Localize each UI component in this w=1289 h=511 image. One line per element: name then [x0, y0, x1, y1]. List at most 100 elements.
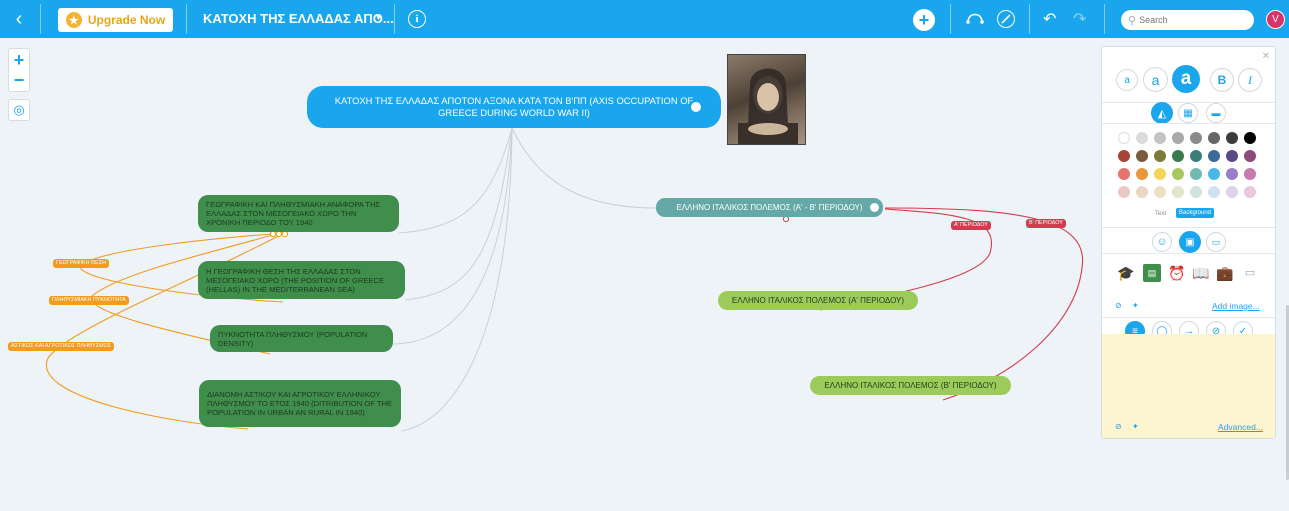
- color-swatch[interactable]: [1190, 168, 1202, 180]
- color-swatch[interactable]: [1226, 132, 1238, 144]
- font-size-large-button[interactable]: a: [1172, 65, 1200, 93]
- divider: [1104, 4, 1105, 34]
- handle-dot[interactable]: [275, 230, 283, 238]
- color-swatch[interactable]: [1190, 150, 1202, 162]
- topic-photo[interactable]: [727, 54, 806, 145]
- color-swatch[interactable]: [1244, 150, 1256, 162]
- font-size-medium-button[interactable]: a: [1143, 67, 1168, 92]
- upgrade-now-button[interactable]: ★ Upgrade Now: [58, 8, 173, 32]
- color-swatch[interactable]: [1136, 186, 1148, 198]
- magic-wand-icon[interactable]: ✦: [1132, 422, 1139, 431]
- color-swatch[interactable]: [1226, 186, 1238, 198]
- search-box[interactable]: ⚲: [1121, 10, 1254, 30]
- book-icon[interactable]: 📖: [1192, 264, 1210, 282]
- handle-dot[interactable]: [782, 215, 790, 223]
- search-icon: ⚲: [1128, 14, 1137, 27]
- emoji-icon[interactable]: ☺: [1152, 232, 1172, 252]
- color-swatch[interactable]: [1154, 186, 1166, 198]
- color-swatch[interactable]: [1172, 132, 1184, 144]
- font-size-small-button[interactable]: a: [1116, 69, 1138, 91]
- connector-icon: [966, 13, 984, 24]
- hide-icon[interactable]: [997, 10, 1015, 28]
- star-icon: ★: [65, 12, 82, 28]
- color-swatch[interactable]: [1136, 150, 1148, 162]
- node-text: ΕΛΛΗΝΟ ΙΤΑΛΙΚΟΣ ΠΟΛΕΜΟΣ (Α' - Β' ΠΕΡΙΟΔΟ…: [676, 203, 863, 212]
- color-swatch[interactable]: [1208, 186, 1220, 198]
- image-icon[interactable]: ▣: [1179, 231, 1201, 253]
- map-title[interactable]: ΚΑΤΟΧΗ ΤΗΣ ΕΛΛΑΔΑΣ ΑΠΟ...: [203, 11, 394, 26]
- close-icon[interactable]: ✕: [1262, 51, 1270, 62]
- divider: [40, 4, 41, 34]
- relationship-icon[interactable]: [966, 10, 984, 24]
- text-color-toggle[interactable]: Text: [1155, 211, 1166, 217]
- divider: [1029, 4, 1030, 34]
- color-swatch[interactable]: [1244, 132, 1256, 144]
- add-node-button[interactable]: +: [913, 9, 935, 31]
- italic-button[interactable]: I: [1238, 68, 1262, 92]
- magic-wand-icon[interactable]: ✦: [1132, 301, 1139, 310]
- color-swatch[interactable]: [1226, 150, 1238, 162]
- node-population-density[interactable]: ΠΥΚΝΟΤΗΤΑ ΠΛΗΘΥΣΜΟΥ (POPULATION DENSITY): [210, 325, 393, 352]
- undo-icon[interactable]: ↶: [1043, 9, 1056, 29]
- fill-color-icon[interactable]: ◭: [1151, 102, 1173, 124]
- color-swatch[interactable]: [1118, 132, 1130, 144]
- color-swatch[interactable]: [1136, 168, 1148, 180]
- color-swatch[interactable]: [1154, 168, 1166, 180]
- bold-button[interactable]: B: [1210, 68, 1234, 92]
- handle-dot[interactable]: [269, 230, 277, 238]
- back-button[interactable]: ‹: [8, 8, 30, 30]
- expand-icon[interactable]: [870, 203, 879, 212]
- advanced-link[interactable]: Advanced...: [1218, 422, 1263, 432]
- redo-icon[interactable]: ↷: [1073, 9, 1086, 29]
- handle-dot[interactable]: [281, 230, 289, 238]
- relationship-label-urban-rural[interactable]: ΑΣΤΙΚΟΣ ΚΑΙ ΑΓΡΟΤΙΚΟΣ ΠΛΗΘΥΣΜΟΣ: [8, 342, 115, 351]
- border-style-icon[interactable]: ▬: [1206, 103, 1226, 123]
- color-swatch[interactable]: [1154, 132, 1166, 144]
- info-icon[interactable]: i: [408, 10, 426, 28]
- color-swatch[interactable]: [1244, 168, 1256, 180]
- background-color-toggle[interactable]: Background: [1176, 208, 1215, 218]
- relationship-label-period-b[interactable]: Β' ΠΕΡΙΟΔΟΥ: [1026, 219, 1066, 228]
- color-swatch[interactable]: [1136, 132, 1148, 144]
- color-swatch[interactable]: [1190, 132, 1202, 144]
- remove-image-icon[interactable]: ⊘: [1115, 301, 1122, 310]
- remove-icon[interactable]: ⊘: [1115, 422, 1122, 431]
- alarm-clock-icon[interactable]: ⏰: [1168, 264, 1186, 282]
- color-swatch[interactable]: [1172, 150, 1184, 162]
- color-swatch[interactable]: [1118, 168, 1130, 180]
- relationship-label-geo-position[interactable]: ΓΕΩΓΡΑΦΙΚΗ ΘΕΣΗ: [53, 259, 109, 268]
- node-war-period-a[interactable]: ΕΛΛΗΝΟ ΙΤΑΛΙΚΟΣ ΠΟΛΕΜΟΣ (Α' ΠΕΡΙΟΔΟΥ): [718, 291, 918, 310]
- color-swatch[interactable]: [1172, 168, 1184, 180]
- id-card-icon[interactable]: ▭: [1241, 264, 1259, 282]
- color-swatch[interactable]: [1118, 186, 1130, 198]
- chalkboard-icon[interactable]: ▤: [1143, 264, 1161, 282]
- user-avatar[interactable]: V: [1266, 10, 1285, 29]
- color-swatch[interactable]: [1118, 150, 1130, 162]
- relationship-label-pop-density[interactable]: ΠΛΗΘΥΣΜΙΑΚΗ ΠΥΚΝΟΤΗΤΑ: [49, 296, 129, 305]
- color-swatch[interactable]: [1244, 186, 1256, 198]
- node-population-distribution[interactable]: ΔΙΑΝΟΜΗ ΑΣΤΙΚΟΥ ΚΑΙ ΑΓΡΟΤΙΚΟΥ ΕΛΛΗΝΙΚΟΥ …: [199, 380, 401, 427]
- color-swatch[interactable]: [1208, 150, 1220, 162]
- color-swatch[interactable]: [1208, 168, 1220, 180]
- divider: [1102, 317, 1275, 318]
- color-swatch[interactable]: [1172, 186, 1184, 198]
- graduation-cap-icon[interactable]: 🎓: [1117, 264, 1135, 282]
- color-swatch[interactable]: [1154, 150, 1166, 162]
- expand-icon[interactable]: [691, 102, 701, 112]
- central-topic-node[interactable]: ΚΑΤΟΧΗ ΤΗΣ ΕΛΛΑΔΑΣ ΑΠΟΤΟΝ ΑΞΟΝΑ ΚΑΤΑ ΤΟΝ…: [307, 86, 721, 128]
- color-swatch[interactable]: [1190, 186, 1202, 198]
- node-war-period-b[interactable]: ΕΛΛΗΝΟ ΙΤΑΛΙΚΟΣ ΠΟΛΕΜΟΣ (Β' ΠΕΡΙΟΔΟΥ): [810, 376, 1011, 395]
- add-image-link[interactable]: Add image...: [1212, 301, 1260, 311]
- caret-down-icon[interactable]: ▼: [374, 12, 383, 22]
- briefcase-icon[interactable]: 💼: [1216, 264, 1234, 282]
- search-input[interactable]: [1139, 15, 1240, 25]
- notes-editor[interactable]: ⊘ ✦ Advanced...: [1102, 334, 1275, 438]
- shape-style-icon[interactable]: ▦: [1178, 103, 1198, 123]
- node-greco-italian-war[interactable]: ΕΛΛΗΝΟ ΙΤΑΛΙΚΟΣ ΠΟΛΕΜΟΣ (Α' - Β' ΠΕΡΙΟΔΟ…: [656, 198, 883, 217]
- node-geographic-position[interactable]: Η ΓΕΩΓΡΑΦΙΚΗ ΘΕΣΗ ΤΗΣ ΕΛΛΑΔΑΣ ΣΤΟΝ ΜΕΣΟΓ…: [198, 261, 405, 299]
- color-swatch[interactable]: [1226, 168, 1238, 180]
- color-swatch[interactable]: [1208, 132, 1220, 144]
- relationship-label-period-a[interactable]: Α' ΠΕΡΙΟΔΟΥ: [951, 221, 991, 230]
- node-geographic-reference[interactable]: ΓΕΩΓΡΑΦΙΚΗ ΚΑΙ ΠΛΗΘΥΣΜΙΑΚΗ ΑΝΑΦΟΡΑ ΤΗΣ Ε…: [198, 195, 399, 232]
- video-icon[interactable]: ▭: [1206, 232, 1226, 252]
